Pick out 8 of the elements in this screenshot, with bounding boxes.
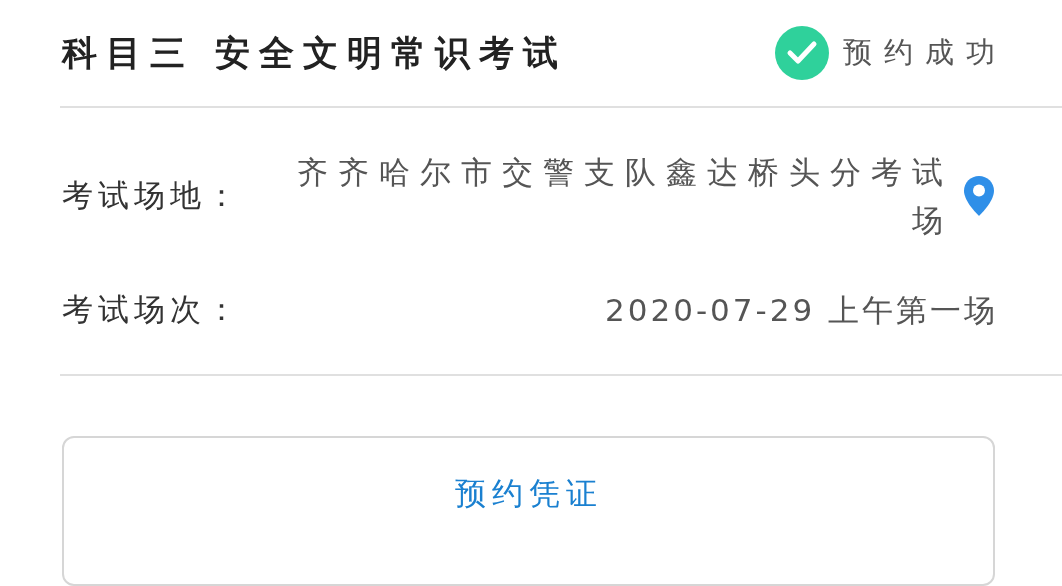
status-text: 预约成功 [843,34,1007,71]
field-label: 考试场地： [62,176,242,215]
exam-title: 科目三 安全文明常识考试 [62,31,568,75]
field-label: 考试场次： [62,290,242,329]
voucher-button[interactable]: 预约凭证 [62,436,995,586]
location-pin-icon[interactable] [963,175,995,217]
field-value: 2020-07-29 上午第一场 [605,291,998,330]
field-value: 齐齐哈尔市交警支队鑫达桥头分考试场 [296,153,953,240]
